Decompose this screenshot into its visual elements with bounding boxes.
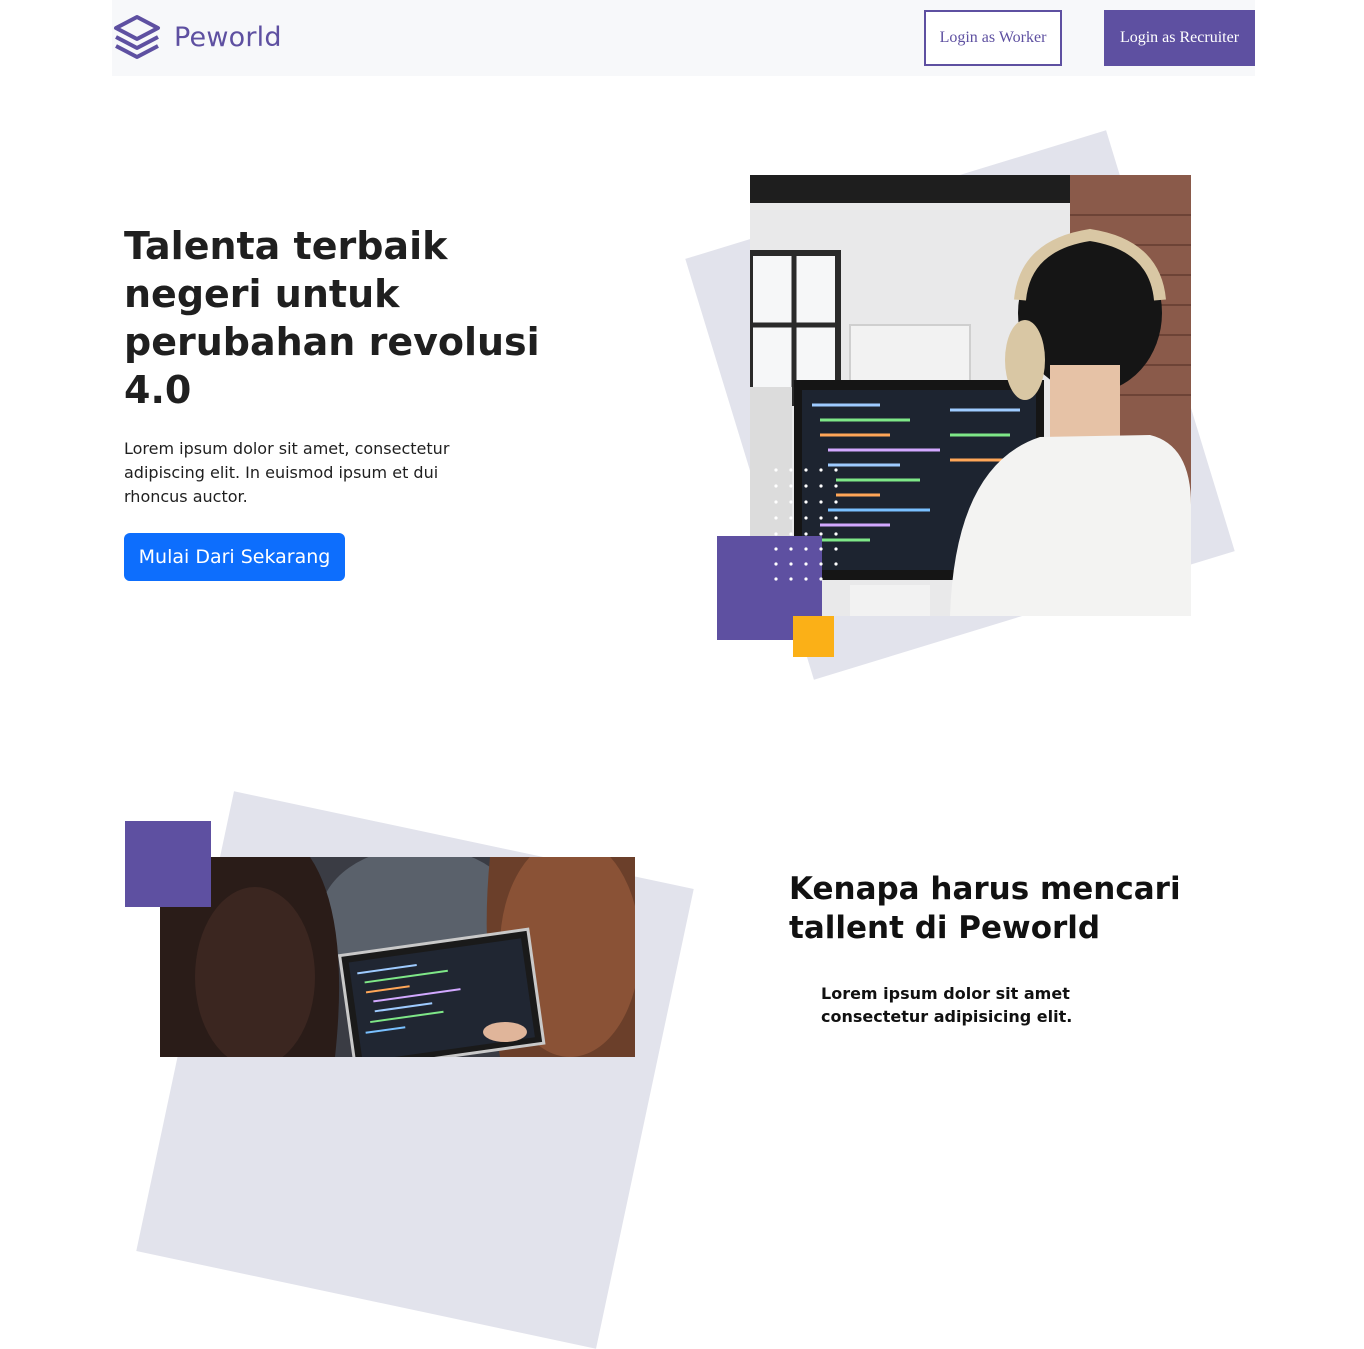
login-worker-button[interactable]: Login as Worker xyxy=(924,10,1062,66)
section-image-women-with-laptop xyxy=(160,857,635,1057)
start-now-button[interactable]: Mulai Dari Sekarang xyxy=(124,533,345,581)
hero-title: Talenta terbaik negeri untuk perubahan r… xyxy=(124,224,540,412)
decorative-dot-grid xyxy=(773,466,845,590)
brand-name: Peworld xyxy=(174,21,282,53)
navbar: Peworld Login as Worker Login as Recruit… xyxy=(112,0,1255,76)
layers-icon xyxy=(112,12,162,62)
brand-logo[interactable]: Peworld xyxy=(112,12,282,62)
decorative-purple-square xyxy=(125,821,211,907)
decorative-yellow-square xyxy=(793,616,834,657)
section-title: Kenapa harus mencari tallent di Peworld xyxy=(789,871,1181,946)
login-recruiter-button[interactable]: Login as Recruiter xyxy=(1104,10,1255,66)
hero-description: Lorem ipsum dolor sit amet, consectetur … xyxy=(124,439,450,506)
benefit-item: Lorem ipsum dolor sit amet consectetur a… xyxy=(821,984,1073,1026)
